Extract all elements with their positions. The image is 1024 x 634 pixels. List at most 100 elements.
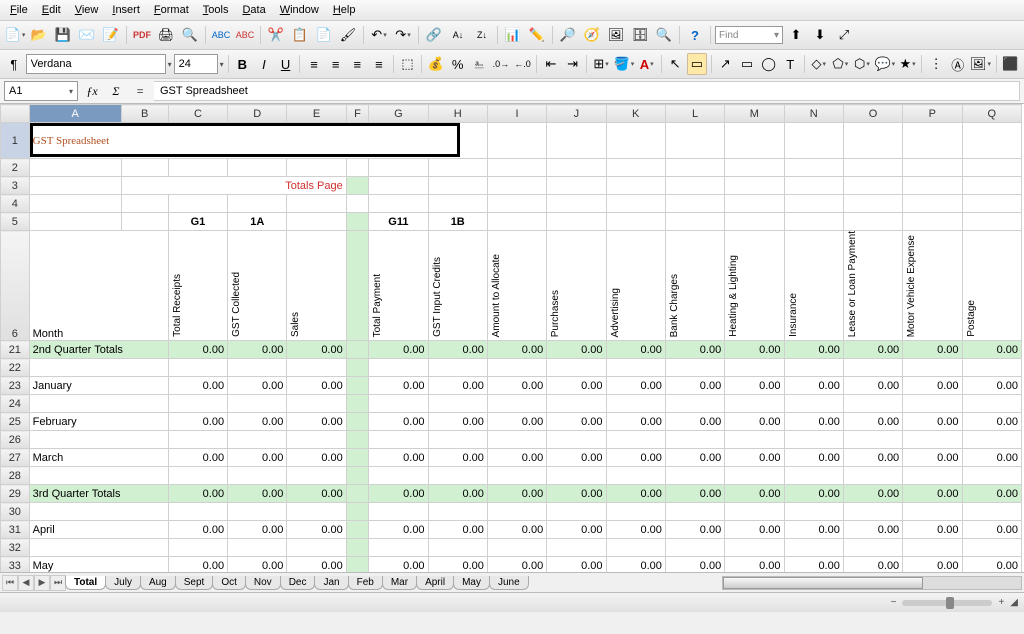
cell[interactable] <box>29 431 168 449</box>
cell[interactable]: 0.00 <box>903 449 962 467</box>
cell[interactable]: 0.00 <box>903 341 962 359</box>
cell[interactable] <box>346 485 369 503</box>
paste-button[interactable]: 📄 <box>313 24 335 46</box>
decrease-indent-button[interactable]: ⇤ <box>541 53 561 75</box>
cell[interactable]: 0.00 <box>547 377 606 395</box>
find-all-button[interactable]: ⤢ <box>833 24 855 46</box>
row-header[interactable]: 33 <box>1 557 30 572</box>
col-header-H[interactable]: H <box>428 105 487 123</box>
cell[interactable]: Insurance <box>784 231 843 341</box>
select-button[interactable]: ↖ <box>665 53 685 75</box>
cell[interactable]: Motor Vehicle Expense <box>903 231 962 341</box>
email-button[interactable]: ✉️ <box>76 24 98 46</box>
cell[interactable]: 0.00 <box>287 557 346 572</box>
cell[interactable] <box>487 539 546 557</box>
cell[interactable] <box>606 123 665 159</box>
cell[interactable]: 0.00 <box>287 521 346 539</box>
cell[interactable] <box>168 539 227 557</box>
sort-asc-button[interactable]: A↓ <box>447 24 469 46</box>
row-header[interactable]: 30 <box>1 503 30 521</box>
cell[interactable] <box>784 431 843 449</box>
new-doc-button[interactable]: 📄 <box>4 24 26 46</box>
underline-button[interactable]: U <box>276 53 296 75</box>
sheet-tab-oct[interactable]: Oct <box>212 576 246 590</box>
cell[interactable] <box>487 213 546 231</box>
cell[interactable]: Total Receipts <box>168 231 227 341</box>
cell[interactable] <box>168 431 227 449</box>
cell[interactable] <box>665 503 724 521</box>
cell[interactable]: 3rd Quarter Totals <box>29 485 168 503</box>
stars-button[interactable]: ★ <box>898 53 918 75</box>
text-button[interactable]: T <box>780 53 800 75</box>
copy-button[interactable]: 📋 <box>289 24 311 46</box>
cell[interactable]: 0.00 <box>369 521 428 539</box>
cell[interactable]: 0.00 <box>228 377 287 395</box>
extrusion-button[interactable]: ⬛ <box>1000 53 1020 75</box>
cell[interactable] <box>346 231 369 341</box>
rect-button[interactable]: ▭ <box>737 53 757 75</box>
undo-button[interactable]: ↶ <box>368 24 390 46</box>
row-header[interactable]: 2 <box>1 159 30 177</box>
col-header-B[interactable]: B <box>121 105 168 123</box>
cell[interactable] <box>487 395 546 413</box>
cell[interactable]: 0.00 <box>962 485 1021 503</box>
cell[interactable] <box>784 539 843 557</box>
cell[interactable]: Amount to Allocate <box>487 231 546 341</box>
col-header-E[interactable]: E <box>287 105 346 123</box>
row-header[interactable]: 5 <box>1 213 30 231</box>
cell[interactable]: 0.00 <box>725 449 784 467</box>
cell[interactable]: 0.00 <box>903 485 962 503</box>
cell[interactable] <box>547 431 606 449</box>
cell[interactable]: 0.00 <box>784 485 843 503</box>
cell[interactable] <box>287 503 346 521</box>
cell[interactable]: Month <box>29 231 168 341</box>
pdf-export-button[interactable]: PDF <box>131 24 153 46</box>
cell[interactable] <box>369 539 428 557</box>
cell[interactable] <box>962 431 1021 449</box>
cell[interactable] <box>843 177 902 195</box>
cell[interactable] <box>962 213 1021 231</box>
cell[interactable]: 0.00 <box>428 521 487 539</box>
cell[interactable] <box>903 213 962 231</box>
cell[interactable] <box>228 195 287 213</box>
equals-button[interactable]: = <box>130 82 150 100</box>
col-header-I[interactable]: I <box>487 105 546 123</box>
cell[interactable] <box>784 359 843 377</box>
cell[interactable] <box>606 539 665 557</box>
cell[interactable] <box>903 503 962 521</box>
font-size-input[interactable] <box>174 54 218 74</box>
cell[interactable]: GST Input Credits <box>428 231 487 341</box>
cell[interactable] <box>547 359 606 377</box>
cell[interactable]: May <box>29 557 168 572</box>
cell[interactable] <box>962 195 1021 213</box>
cell[interactable] <box>903 123 962 159</box>
cell[interactable] <box>487 195 546 213</box>
cell[interactable]: 0.00 <box>287 413 346 431</box>
shapes2-button[interactable]: ⬠ <box>831 53 851 75</box>
cell[interactable]: 0.00 <box>369 377 428 395</box>
align-center-button[interactable]: ≡ <box>326 53 346 75</box>
points-button[interactable]: ⋮ <box>926 53 946 75</box>
cell[interactable] <box>547 159 606 177</box>
sheet-tab-total[interactable]: Total <box>65 576 106 590</box>
row-header[interactable]: 23 <box>1 377 30 395</box>
cell[interactable] <box>428 195 487 213</box>
cell[interactable] <box>29 195 121 213</box>
cell[interactable] <box>665 467 724 485</box>
cell[interactable] <box>784 195 843 213</box>
find-replace-button[interactable]: 🔎 <box>557 24 579 46</box>
formula-input[interactable]: GST Spreadsheet <box>154 81 1020 101</box>
cell[interactable]: 0.00 <box>665 413 724 431</box>
menu-help[interactable]: Help <box>327 2 362 18</box>
cell[interactable]: 0.00 <box>784 557 843 572</box>
cell[interactable]: 0.00 <box>168 377 227 395</box>
spellcheck-button[interactable]: ABC <box>210 24 232 46</box>
save-button[interactable]: 💾 <box>52 24 74 46</box>
row-header[interactable]: 21 <box>1 341 30 359</box>
menu-data[interactable]: Data <box>236 2 271 18</box>
cell[interactable] <box>168 503 227 521</box>
cell[interactable] <box>962 123 1021 159</box>
cell[interactable] <box>606 431 665 449</box>
cell[interactable]: 0.00 <box>369 557 428 572</box>
cell[interactable] <box>843 213 902 231</box>
